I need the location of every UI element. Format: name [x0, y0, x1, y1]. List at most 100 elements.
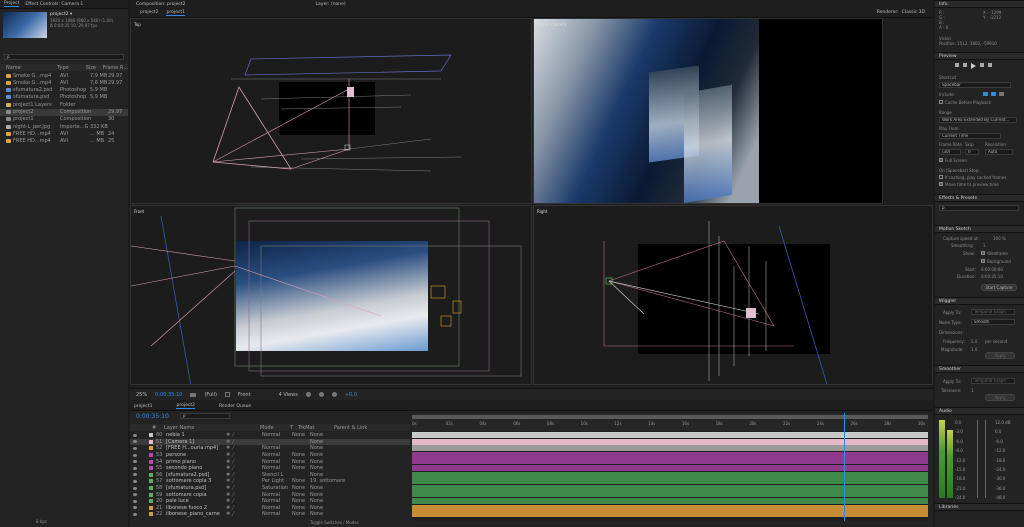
- wiggler-header[interactable]: Wiggler: [935, 297, 1024, 305]
- timeline-tab-project2[interactable]: project2: [176, 403, 195, 409]
- comp-header-title[interactable]: Composition: project2: [136, 2, 186, 7]
- layer-row[interactable]: 54 primo piano ✱ ╱ Normal None None: [130, 458, 410, 465]
- toggle-icon[interactable]: [305, 392, 311, 397]
- libraries-panel-header[interactable]: Libraries: [935, 503, 1024, 511]
- effects-panel-header[interactable]: Effects & Presets: [935, 194, 1024, 202]
- layer-row[interactable]: 21 ilbonese fuoco 2 ✱ ╱ Normal None None: [130, 505, 410, 512]
- layer-name[interactable]: [sfumatura2.psd]: [166, 472, 226, 478]
- motion-sketch-header[interactable]: Motion Sketch: [935, 225, 1024, 233]
- smoother-header[interactable]: Smoother: [935, 365, 1024, 373]
- layer-duration-bar[interactable]: [412, 504, 928, 511]
- layer-name[interactable]: [Camera 1]: [166, 439, 226, 445]
- comp-tab-project2[interactable]: project2: [140, 10, 158, 16]
- layer-name[interactable]: ilbonese_piano_carne: [166, 511, 226, 517]
- view-dropdown[interactable]: Front: [238, 392, 251, 398]
- audio-slider-left[interactable]: [977, 420, 978, 498]
- layer-row[interactable]: 51 [Camera 1] ✱ ╱ None: [130, 438, 410, 446]
- visibility-icon[interactable]: [133, 493, 137, 497]
- label-color-swatch[interactable]: [149, 492, 153, 497]
- layer-mode[interactable]: Saturation: [262, 485, 292, 491]
- smoother-apply-dropdown[interactable]: Temporal Graph: [971, 378, 1015, 384]
- preview-panel-header[interactable]: Preview: [935, 52, 1024, 60]
- layer-parent[interactable]: 19. sottomare: [310, 478, 346, 484]
- layer-switches[interactable]: ✱ ╱: [226, 439, 262, 445]
- layer-row[interactable]: 57 sottomare copia 3 ✱ ╱ Per Light None 19. s…: [130, 478, 410, 485]
- layer-row[interactable]: 55 secondo piano ✱ ╱ Normal None None: [130, 465, 410, 472]
- layer-name[interactable]: [sfumatura.psd]: [166, 485, 226, 491]
- layer-mode[interactable]: Normal: [262, 452, 292, 458]
- work-area-bar[interactable]: [412, 415, 928, 419]
- layer-mode[interactable]: Normal: [262, 492, 292, 498]
- layer-switches[interactable]: ✱ ╱: [226, 492, 262, 498]
- tolerance-value[interactable]: 1: [971, 388, 974, 393]
- layer-row[interactable]: 20 pale luce ✱ ╱ Normal None None: [130, 498, 410, 505]
- layer-mode[interactable]: Normal: [262, 505, 292, 511]
- label-color-swatch[interactable]: [149, 479, 153, 484]
- layer-parent[interactable]: None: [310, 465, 346, 471]
- label-color-swatch[interactable]: [149, 499, 153, 504]
- layer-row[interactable]: 60 nebia 1 ✱ ╱ Normal None None: [130, 432, 410, 439]
- visibility-icon[interactable]: [133, 486, 137, 490]
- smoothing-value[interactable]: 1: [983, 243, 986, 248]
- background-checkbox[interactable]: Background: [981, 259, 1011, 264]
- last-frame-icon[interactable]: [988, 63, 992, 67]
- tcol-layer-name[interactable]: Layer Name: [164, 425, 260, 431]
- tcol-trkmat[interactable]: TrkMat: [298, 425, 334, 431]
- layer-trkmat[interactable]: None: [292, 498, 310, 504]
- toggle-icon-3[interactable]: [331, 392, 337, 397]
- layer-duration-bar[interactable]: [412, 465, 928, 471]
- layer-parent[interactable]: None: [310, 439, 346, 445]
- toggle-icon-2[interactable]: [318, 392, 324, 397]
- layer-trkmat[interactable]: None: [292, 505, 310, 511]
- visibility-icon[interactable]: [133, 440, 137, 444]
- col-size[interactable]: Size: [86, 65, 103, 71]
- label-color-swatch[interactable]: [149, 446, 153, 451]
- project-item-row[interactable]: project2 Composition 29.97: [0, 108, 128, 116]
- layer-trkmat[interactable]: None: [292, 432, 310, 438]
- audio-toggle-icon[interactable]: [991, 92, 996, 96]
- viewer-timecode[interactable]: 0:00:35:10: [155, 392, 182, 398]
- layer-parent[interactable]: None: [310, 511, 346, 517]
- play-icon[interactable]: [971, 63, 976, 69]
- layer-name[interactable]: nebia 1: [166, 432, 226, 438]
- layer-duration-bar[interactable]: [412, 432, 928, 438]
- wireframe-checkbox[interactable]: Wireframe: [981, 251, 1008, 256]
- layer-parent[interactable]: None: [310, 445, 346, 451]
- if-caching-checkbox[interactable]: If caching, play cached frames: [939, 175, 1006, 180]
- layer-mode[interactable]: Normal: [262, 498, 292, 504]
- layer-trkmat[interactable]: None: [292, 511, 310, 517]
- visibility-icon[interactable]: [133, 473, 137, 477]
- col-name[interactable]: Name: [6, 65, 57, 71]
- layer-parent[interactable]: None: [310, 459, 346, 465]
- smoother-apply-button[interactable]: Apply: [985, 394, 1015, 401]
- layer-mode[interactable]: Normal: [262, 465, 292, 471]
- renderer-value[interactable]: Classic 3D: [902, 10, 925, 15]
- layer-name[interactable]: ilbonese fuoco 2: [166, 505, 226, 511]
- layer-name[interactable]: primo piano: [166, 459, 226, 465]
- layer-row[interactable]: 56 [sfumatura2.psd] ✱ ╱ Stencil L None: [130, 472, 410, 479]
- wiggler-apply-button[interactable]: Apply: [985, 352, 1015, 359]
- visibility-icon[interactable]: [133, 453, 137, 457]
- time-ruler[interactable]: 0s 02s 04s 06s 08s 10s 12s 14s 16s 18s 20s 22s 24s 26…: [412, 413, 928, 431]
- timeline-timecode[interactable]: 0:00:35:10: [136, 413, 169, 420]
- layer-row[interactable]: 53 persone ✱ ╱ Normal None None: [130, 452, 410, 459]
- label-color-swatch[interactable]: [149, 466, 153, 471]
- layer-trkmat[interactable]: None: [292, 478, 310, 484]
- layer-row[interactable]: 59 sottomare copia ✱ ╱ Normal None None: [130, 491, 410, 498]
- project-item-row[interactable]: sfumatura.psd Photoshop 5,9 MB: [0, 94, 128, 101]
- layer-switches[interactable]: ✱ ╱: [226, 432, 262, 438]
- range-dropdown[interactable]: Work Area Extended By Current...: [939, 117, 1017, 123]
- video-toggle-icon[interactable]: [983, 92, 988, 96]
- layer-duration-bar[interactable]: [412, 484, 928, 491]
- layer-name[interactable]: secondo piano: [166, 465, 226, 471]
- project-item-row[interactable]: project1 Composition 30: [0, 116, 128, 123]
- layer-trkmat[interactable]: None: [292, 452, 310, 458]
- label-color-swatch[interactable]: [149, 505, 153, 510]
- project-item-row[interactable]: FREE HD...mp4 AVI ... MB 24: [0, 130, 128, 137]
- layer-mode[interactable]: Stencil L: [262, 472, 292, 478]
- layer-parent[interactable]: None: [310, 472, 346, 478]
- noise-type-dropdown[interactable]: Smooth: [971, 319, 1015, 325]
- view-layout-dropdown[interactable]: 4 Views: [279, 392, 298, 398]
- camera-icon[interactable]: [190, 392, 197, 397]
- move-time-checkbox[interactable]: Move time to preview time: [939, 182, 999, 187]
